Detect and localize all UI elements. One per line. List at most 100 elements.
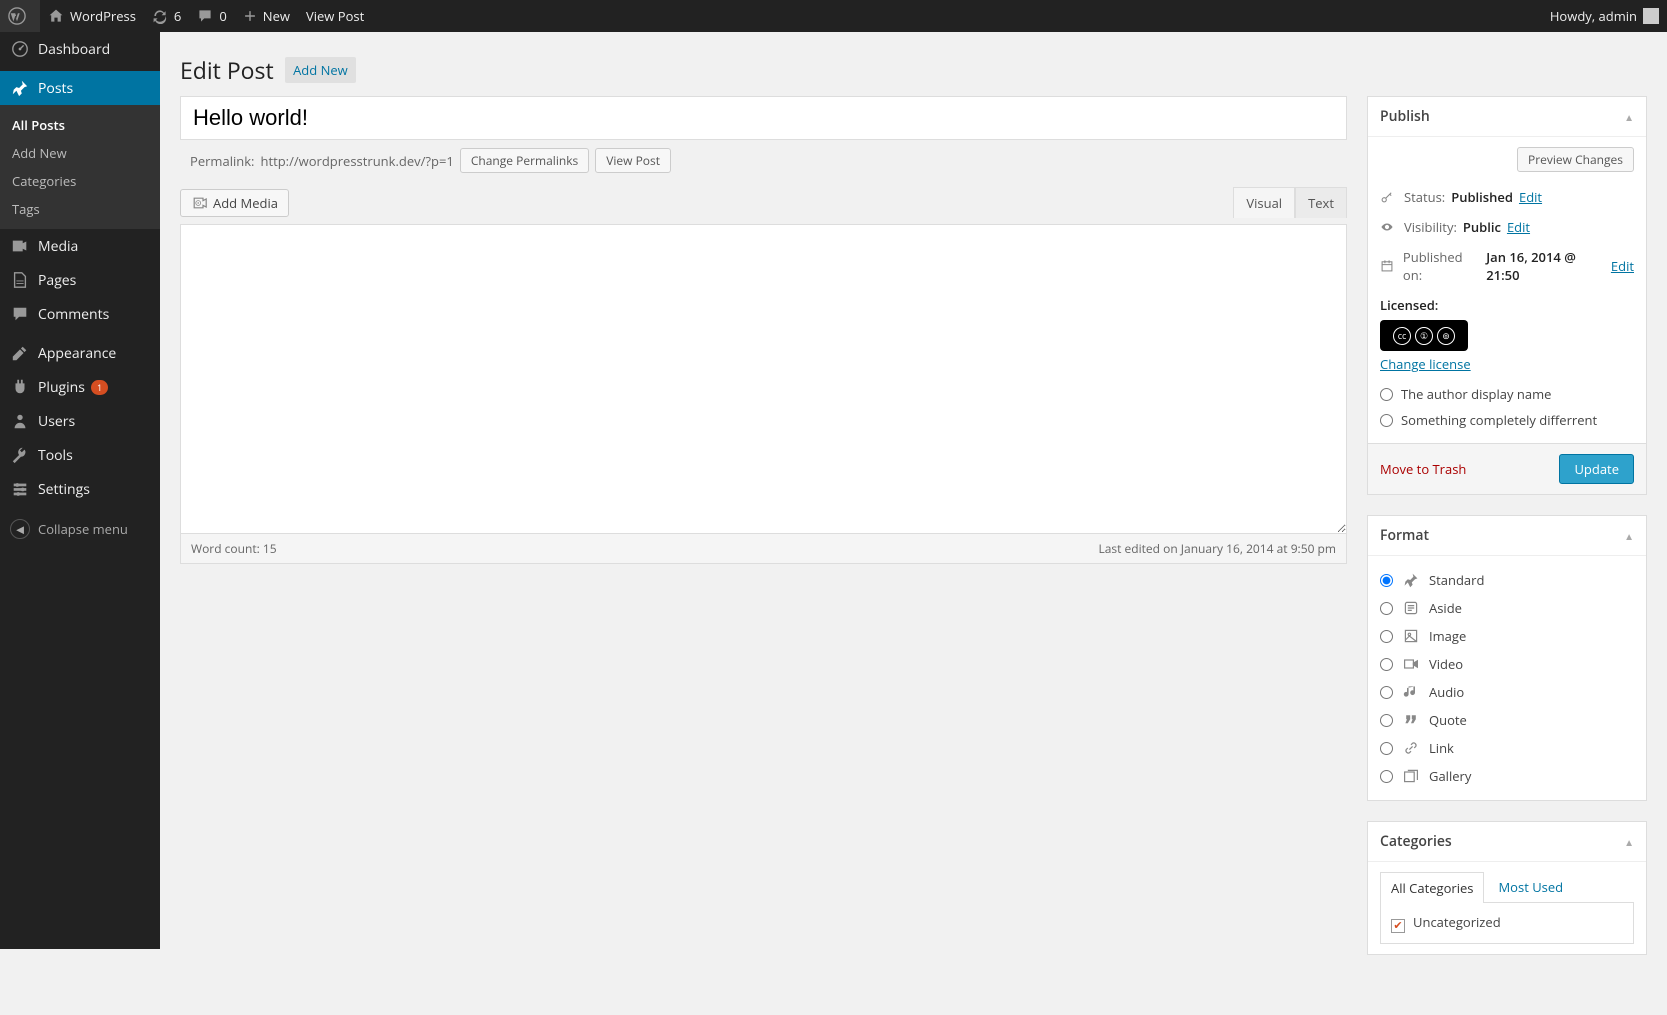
new-label: New — [263, 7, 290, 25]
editor-tab-text[interactable]: Text — [1295, 187, 1347, 218]
submenu-tags[interactable]: Tags — [0, 195, 160, 223]
site-name-label: WordPress — [70, 7, 136, 25]
key-icon — [1380, 190, 1398, 204]
gallery-icon — [1401, 766, 1421, 786]
view-post-topbar[interactable]: View Post — [298, 0, 372, 32]
video-icon — [1401, 654, 1421, 674]
submenu-categories[interactable]: Categories — [0, 167, 160, 195]
menu-pages[interactable]: Pages — [0, 263, 160, 297]
menu-tools[interactable]: Tools — [0, 438, 160, 472]
settings-icon — [10, 479, 30, 499]
post-content-editor[interactable] — [180, 224, 1347, 534]
comment-icon — [197, 8, 213, 24]
editor-statusbar: Word count: 15 Last edited on January 16… — [180, 534, 1347, 564]
admin-bar: WordPress 6 0 New View Post Howdy, admin — [0, 0, 1667, 32]
updates-menu[interactable]: 6 — [144, 0, 189, 32]
format-image-radio[interactable] — [1380, 630, 1393, 643]
menu-dashboard[interactable]: Dashboard — [0, 32, 160, 66]
add-new-button[interactable]: Add New — [285, 57, 356, 83]
menu-users[interactable]: Users — [0, 404, 160, 438]
post-title-input[interactable] — [180, 96, 1347, 140]
link-icon — [1401, 738, 1421, 758]
howdy-text: Howdy, admin — [1550, 7, 1637, 25]
visibility-icon — [1380, 220, 1398, 234]
toggle-icon: ▲ — [1624, 529, 1634, 543]
license-other-radio[interactable] — [1380, 414, 1393, 427]
quote-icon — [1401, 710, 1421, 730]
publish-box-header[interactable]: Publish▲ — [1368, 97, 1646, 137]
appearance-icon — [10, 343, 30, 363]
format-box-header[interactable]: Format▲ — [1368, 516, 1646, 556]
submenu-all-posts[interactable]: All Posts — [0, 111, 160, 139]
menu-plugins[interactable]: Plugins 1 — [0, 370, 160, 404]
wordpress-logo-icon — [8, 7, 26, 25]
image-icon — [1401, 626, 1421, 646]
preview-changes-button[interactable]: Preview Changes — [1517, 147, 1634, 172]
last-edited: Last edited on January 16, 2014 at 9:50 … — [1098, 540, 1336, 557]
format-audio-radio[interactable] — [1380, 686, 1393, 699]
cc-license-badge: cc①⊚ — [1380, 320, 1468, 351]
cat-tab-all[interactable]: All Categories — [1380, 872, 1484, 903]
pages-icon — [10, 270, 30, 290]
admin-menu: Dashboard Posts All Posts Add New Catego… — [0, 32, 160, 949]
format-box: Format▲ Standard Aside Image Video Audio… — [1367, 515, 1647, 801]
home-icon — [48, 8, 64, 24]
categories-box: Categories▲ All Categories Most Used ✔Un… — [1367, 821, 1647, 955]
format-quote-radio[interactable] — [1380, 714, 1393, 727]
update-button[interactable]: Update — [1559, 454, 1634, 484]
collapse-menu[interactable]: ◄ Collapse menu — [0, 511, 160, 547]
edit-date-link[interactable]: Edit — [1611, 257, 1634, 275]
audio-icon — [1401, 682, 1421, 702]
menu-media[interactable]: Media — [0, 229, 160, 263]
aside-icon — [1401, 598, 1421, 618]
format-aside-radio[interactable] — [1380, 602, 1393, 615]
toggle-icon: ▲ — [1624, 110, 1634, 124]
pin-icon — [10, 78, 30, 98]
posts-submenu: All Posts Add New Categories Tags — [0, 105, 160, 229]
users-icon — [10, 411, 30, 431]
comments-icon — [10, 304, 30, 324]
view-post-label: View Post — [306, 7, 364, 25]
calendar-icon — [1380, 259, 1397, 273]
comments-count: 0 — [219, 7, 226, 25]
wp-logo-menu[interactable] — [0, 0, 40, 32]
edit-status-link[interactable]: Edit — [1519, 188, 1542, 206]
menu-posts[interactable]: Posts — [0, 71, 160, 105]
tools-icon — [10, 445, 30, 465]
submenu-add-new[interactable]: Add New — [0, 139, 160, 167]
view-post-button[interactable]: View Post — [595, 148, 671, 173]
plus-icon — [243, 9, 257, 23]
format-link-radio[interactable] — [1380, 742, 1393, 755]
my-account-menu[interactable]: Howdy, admin — [1542, 0, 1667, 32]
categories-box-header[interactable]: Categories▲ — [1368, 822, 1646, 862]
format-gallery-radio[interactable] — [1380, 770, 1393, 783]
media-add-icon — [191, 195, 207, 211]
change-license-link[interactable]: Change license — [1380, 355, 1471, 373]
menu-settings[interactable]: Settings — [0, 472, 160, 506]
permalink-label: Permalink: — [190, 152, 254, 170]
plugins-icon — [10, 377, 30, 397]
new-content-menu[interactable]: New — [235, 0, 298, 32]
permalink-url: http://wordpresstrunk.dev/?p=1 — [260, 152, 453, 170]
change-permalinks-button[interactable]: Change Permalinks — [460, 148, 589, 173]
plugins-update-badge: 1 — [91, 380, 108, 395]
move-to-trash-link[interactable]: Move to Trash — [1380, 460, 1466, 478]
word-count: Word count: 15 — [191, 540, 277, 557]
add-media-button[interactable]: Add Media — [180, 189, 289, 217]
license-author-radio[interactable] — [1380, 388, 1393, 401]
title-wrap — [180, 96, 1347, 140]
site-name-menu[interactable]: WordPress — [40, 0, 144, 32]
publish-box: Publish▲ Preview Changes Status: Publish… — [1367, 96, 1647, 495]
collapse-icon: ◄ — [10, 519, 30, 539]
category-item[interactable]: ✔Uncategorized — [1391, 913, 1623, 933]
updates-icon — [152, 8, 168, 24]
editor-tab-visual[interactable]: Visual — [1233, 187, 1295, 218]
menu-appearance[interactable]: Appearance — [0, 336, 160, 370]
format-video-radio[interactable] — [1380, 658, 1393, 671]
comments-menu[interactable]: 0 — [189, 0, 234, 32]
edit-visibility-link[interactable]: Edit — [1507, 218, 1530, 236]
format-standard-radio[interactable] — [1380, 574, 1393, 587]
toggle-icon: ▲ — [1624, 835, 1634, 849]
cat-tab-most-used[interactable]: Most Used — [1488, 872, 1573, 903]
menu-comments[interactable]: Comments — [0, 297, 160, 331]
